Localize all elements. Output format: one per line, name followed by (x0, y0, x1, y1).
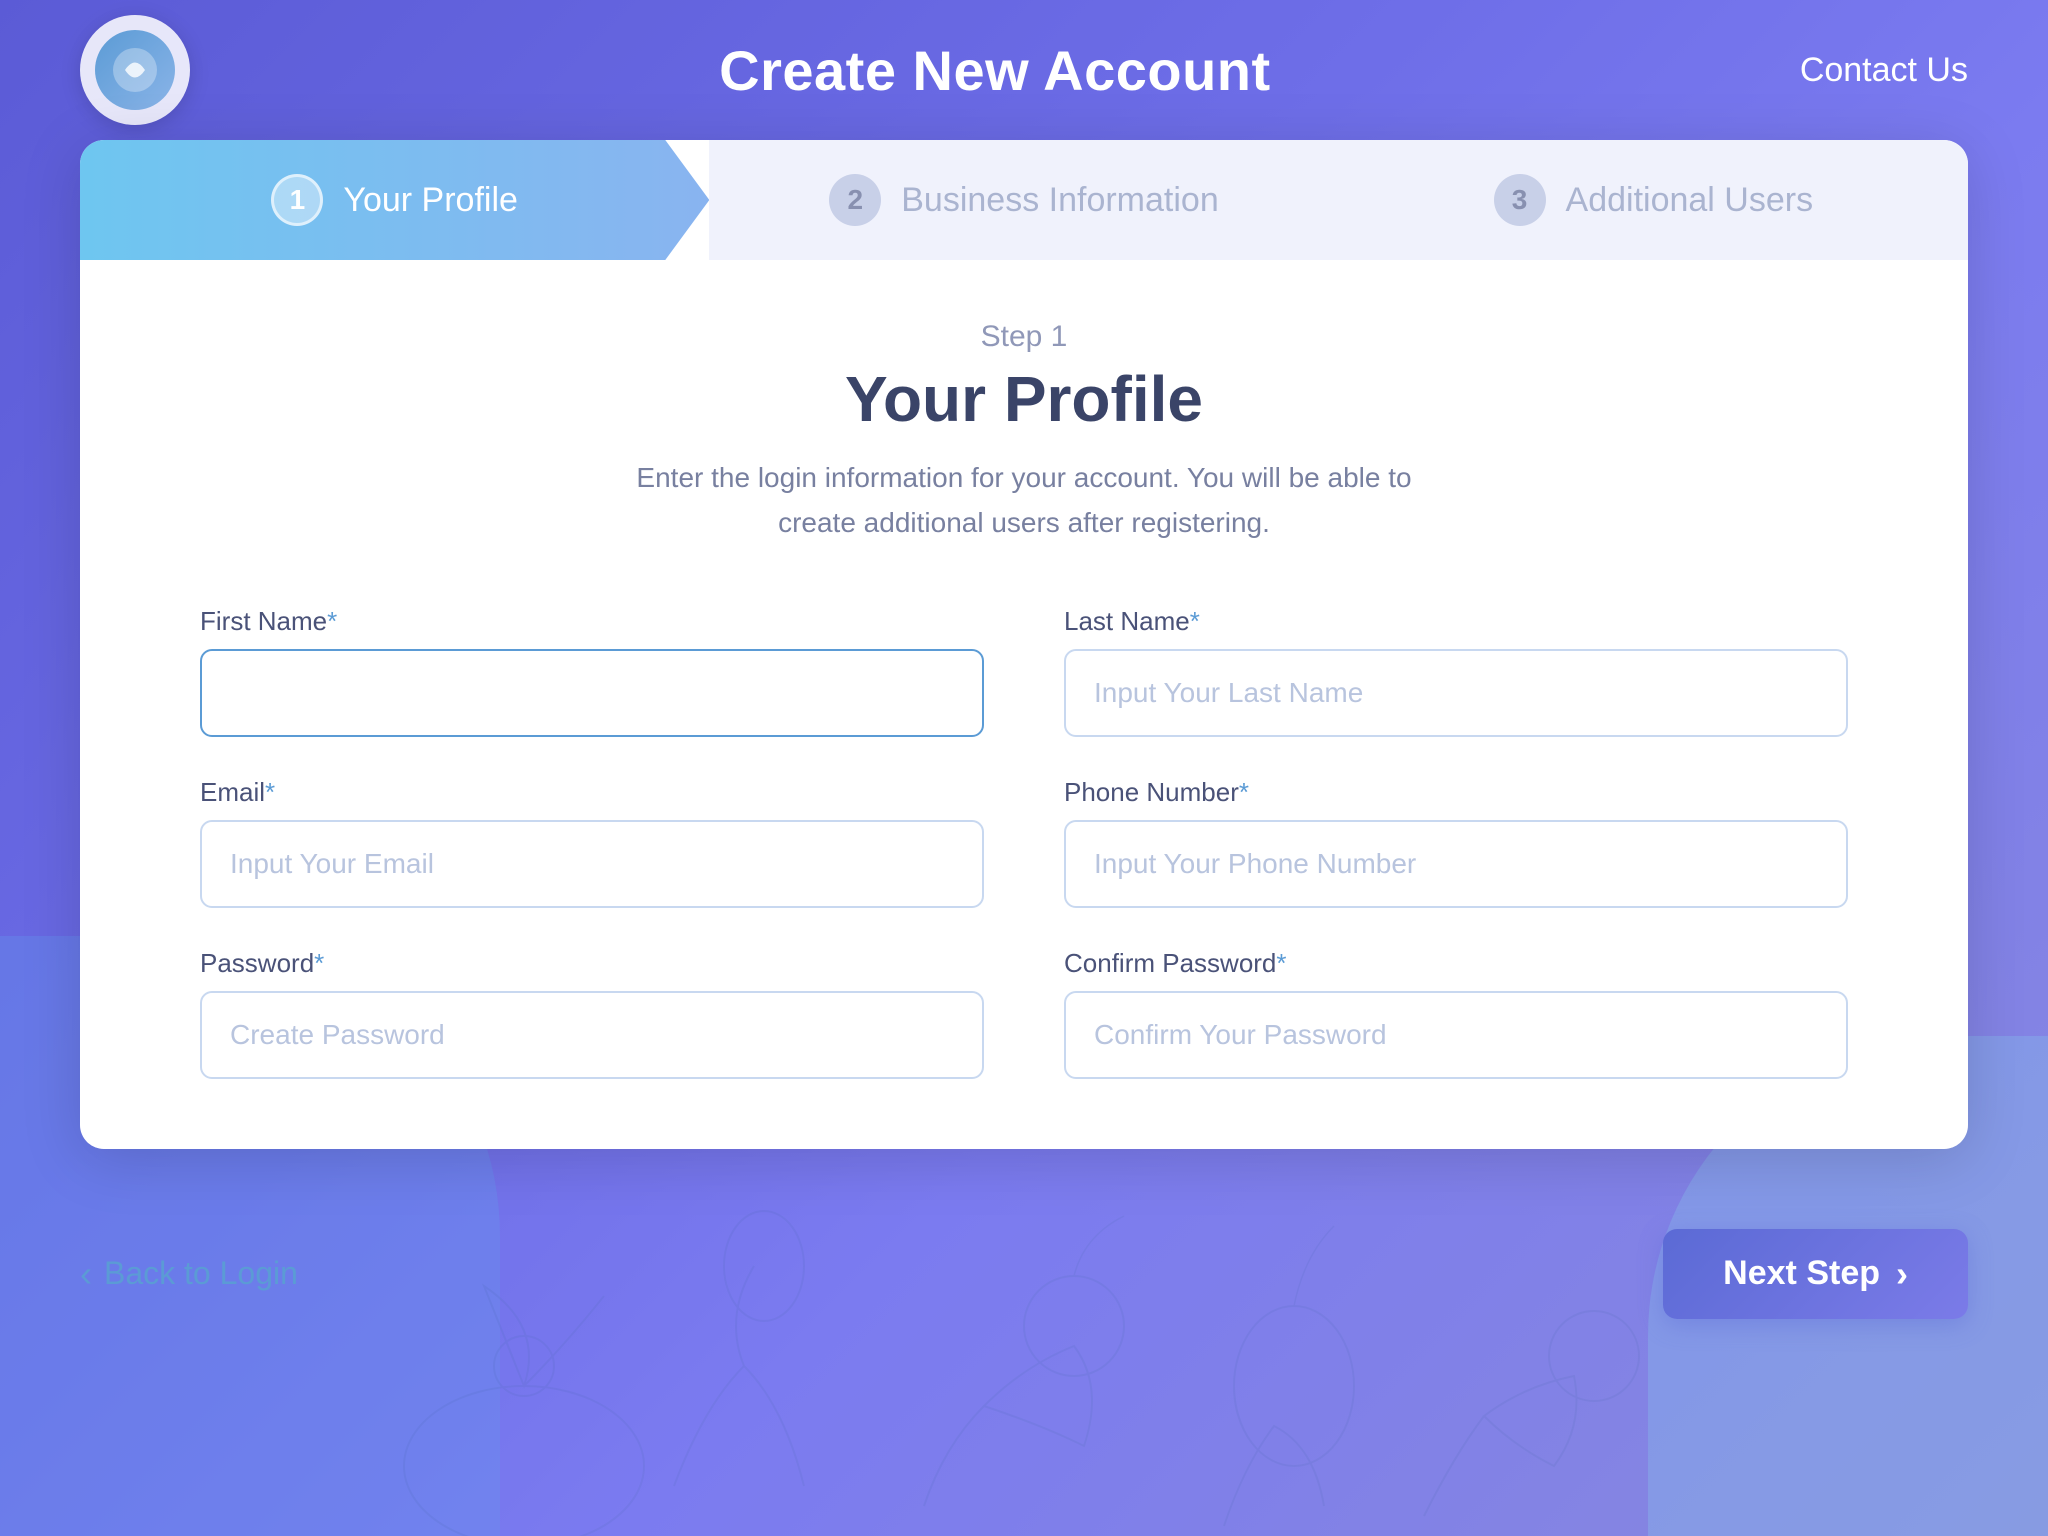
back-to-login-button[interactable]: ‹ Back to Login (80, 1253, 298, 1295)
phone-label: Phone Number* (1064, 777, 1848, 808)
steps-header: 1 Your Profile 2 Business Information 3 … (80, 140, 1968, 260)
email-label: Email* (200, 777, 984, 808)
step-2-number: 2 (829, 174, 881, 226)
step-3-label: Additional Users (1566, 181, 1814, 220)
first-name-label: First Name* (200, 606, 984, 637)
password-label: Password* (200, 948, 984, 979)
form-description: Enter the login information for your acc… (624, 456, 1424, 546)
step-2[interactable]: 2 Business Information (709, 140, 1338, 260)
phone-group: Phone Number* (1064, 777, 1848, 908)
password-input[interactable] (200, 991, 984, 1079)
email-group: Email* (200, 777, 984, 908)
step-3[interactable]: 3 Additional Users (1339, 140, 1968, 260)
form-area: Step 1 Your Profile Enter the login info… (80, 260, 1968, 1149)
email-input[interactable] (200, 820, 984, 908)
next-step-button[interactable]: Next Step › (1663, 1229, 1968, 1319)
header: Create New Account Contact Us (0, 0, 2048, 140)
main-container: 1 Your Profile 2 Business Information 3 … (80, 140, 1968, 1149)
first-name-input[interactable] (200, 649, 984, 737)
step-1[interactable]: 1 Your Profile (80, 140, 709, 260)
last-name-label: Last Name* (1064, 606, 1848, 637)
next-label: Next Step (1723, 1254, 1880, 1293)
form-step-label: Step 1 (200, 320, 1848, 354)
footer: ‹ Back to Login Next Step › (0, 1189, 2048, 1359)
form-heading: Your Profile (200, 362, 1848, 436)
step-2-label: Business Information (901, 181, 1219, 220)
logo-inner (95, 30, 175, 110)
step-3-number: 3 (1494, 174, 1546, 226)
last-name-group: Last Name* (1064, 606, 1848, 737)
step-1-label: Your Profile (343, 181, 518, 220)
last-name-input[interactable] (1064, 649, 1848, 737)
back-label: Back to Login (104, 1255, 298, 1292)
page-title: Create New Account (719, 38, 1271, 103)
form-grid: First Name* Last Name* Email* (200, 606, 1848, 1079)
password-group: Password* (200, 948, 984, 1079)
confirm-password-group: Confirm Password* (1064, 948, 1848, 1079)
phone-input[interactable] (1064, 820, 1848, 908)
first-name-group: First Name* (200, 606, 984, 737)
card: 1 Your Profile 2 Business Information 3 … (80, 140, 1968, 1149)
confirm-password-input[interactable] (1064, 991, 1848, 1079)
back-chevron-icon: ‹ (80, 1253, 92, 1295)
logo (80, 15, 190, 125)
contact-us-button[interactable]: Contact Us (1800, 51, 1968, 90)
confirm-password-label: Confirm Password* (1064, 948, 1848, 979)
step-1-number: 1 (271, 174, 323, 226)
next-chevron-icon: › (1896, 1253, 1908, 1295)
